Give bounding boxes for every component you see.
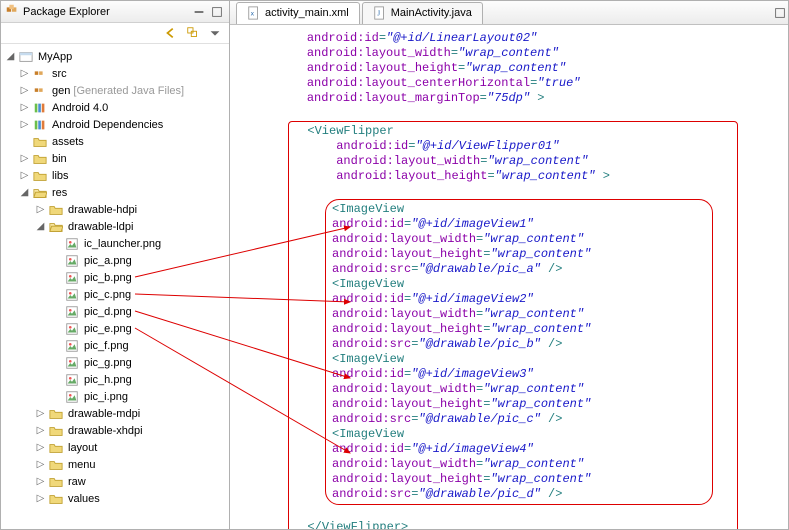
- tree-bin[interactable]: ▷bin: [1, 150, 229, 167]
- tree-file-pic-a[interactable]: pic_a.png: [1, 252, 229, 269]
- folder-icon: [32, 168, 48, 184]
- tree-src[interactable]: ▷src: [1, 65, 229, 82]
- explorer-header: Package Explorer: [1, 1, 229, 23]
- project-tree[interactable]: ◢MyApp ▷src ▷gen [Generated Java Files] …: [1, 44, 229, 529]
- tree-drawable-mdpi[interactable]: ▷drawable-mdpi: [1, 405, 229, 422]
- tab-main-activity[interactable]: J MainActivity.java: [362, 2, 483, 24]
- tree-file-ic-launcher[interactable]: ic_launcher.png: [1, 235, 229, 252]
- editor-tabbar: x activity_main.xml J MainActivity.java: [230, 1, 788, 25]
- folder-icon: [48, 491, 64, 507]
- library-icon: [32, 100, 48, 116]
- tree-file-pic-g[interactable]: pic_g.png: [1, 354, 229, 371]
- view-menu-icon[interactable]: [207, 25, 223, 41]
- tree-dependencies[interactable]: ▷Android Dependencies: [1, 116, 229, 133]
- tree-res[interactable]: ◢res: [1, 184, 229, 201]
- tree-file-pic-c[interactable]: pic_c.png: [1, 286, 229, 303]
- maximize-editor-button[interactable]: [772, 5, 788, 21]
- tree-drawable-hdpi[interactable]: ▷drawable-hdpi: [1, 201, 229, 218]
- tree-file-pic-b[interactable]: pic_b.png: [1, 269, 229, 286]
- folder-icon: [48, 474, 64, 490]
- workspace: Package Explorer ◢MyApp ▷src ▷gen [Gener…: [0, 0, 789, 530]
- tree-assets[interactable]: assets: [1, 133, 229, 150]
- svg-text:J: J: [377, 10, 380, 18]
- tree-file-pic-f[interactable]: pic_f.png: [1, 337, 229, 354]
- project-icon: [18, 49, 34, 65]
- tree-values[interactable]: ▷values: [1, 490, 229, 507]
- folder-icon: [32, 134, 48, 150]
- image-file-icon: [64, 372, 80, 388]
- tree-file-pic-h[interactable]: pic_h.png: [1, 371, 229, 388]
- folder-icon: [48, 440, 64, 456]
- package-folder-icon: [32, 83, 48, 99]
- xml-file-icon: x: [247, 6, 261, 20]
- package-explorer-view: Package Explorer ◢MyApp ▷src ▷gen [Gener…: [0, 0, 230, 530]
- library-icon: [32, 117, 48, 133]
- folder-icon: [48, 202, 64, 218]
- folder-open-icon: [48, 219, 64, 235]
- image-file-icon: [64, 321, 80, 337]
- tree-file-pic-i[interactable]: pic_i.png: [1, 388, 229, 405]
- tree-layout[interactable]: ▷layout: [1, 439, 229, 456]
- image-file-icon: [64, 287, 80, 303]
- tree-file-pic-d[interactable]: pic_d.png: [1, 303, 229, 320]
- annotation-inner-box: <ImageView android:id="@+id/imageView1" …: [325, 199, 713, 505]
- explorer-title: Package Explorer: [23, 6, 110, 18]
- package-folder-icon: [32, 66, 48, 82]
- tree-raw[interactable]: ▷raw: [1, 473, 229, 490]
- image-file-icon: [64, 389, 80, 405]
- image-file-icon: [64, 236, 80, 252]
- maximize-button[interactable]: [209, 4, 225, 20]
- java-file-icon: J: [373, 6, 387, 20]
- tree-drawable-xhdpi[interactable]: ▷drawable-xhdpi: [1, 422, 229, 439]
- minimize-button[interactable]: [191, 4, 207, 20]
- image-file-icon: [64, 270, 80, 286]
- tab-activity-main[interactable]: x activity_main.xml: [236, 2, 360, 24]
- folder-icon: [48, 423, 64, 439]
- image-file-icon: [64, 253, 80, 269]
- image-file-icon: [64, 338, 80, 354]
- tree-drawable-ldpi[interactable]: ◢drawable-ldpi: [1, 218, 229, 235]
- folder-open-icon: [32, 185, 48, 201]
- tree-libs[interactable]: ▷libs: [1, 167, 229, 184]
- folder-icon: [48, 457, 64, 473]
- tree-file-pic-e[interactable]: pic_e.png: [1, 320, 229, 337]
- tree-project[interactable]: ◢MyApp: [1, 48, 229, 65]
- code-editor[interactable]: android:id="@+id/LinearLayout02" android…: [230, 25, 788, 529]
- tree-menu[interactable]: ▷menu: [1, 456, 229, 473]
- folder-icon: [48, 406, 64, 422]
- annotation-outer-box: <ViewFlipper android:id="@+id/ViewFlippe…: [288, 121, 738, 529]
- tree-gen[interactable]: ▷gen [Generated Java Files]: [1, 82, 229, 99]
- editor-area: x activity_main.xml J MainActivity.java …: [230, 0, 789, 530]
- svg-text:x: x: [251, 11, 255, 18]
- image-file-icon: [64, 304, 80, 320]
- image-file-icon: [64, 355, 80, 371]
- tree-android[interactable]: ▷Android 4.0: [1, 99, 229, 116]
- collapse-all-icon[interactable]: [185, 25, 201, 41]
- folder-icon: [32, 151, 48, 167]
- package-icon: [5, 3, 19, 20]
- back-link-icon[interactable]: [163, 25, 179, 41]
- explorer-toolbar: [1, 23, 229, 44]
